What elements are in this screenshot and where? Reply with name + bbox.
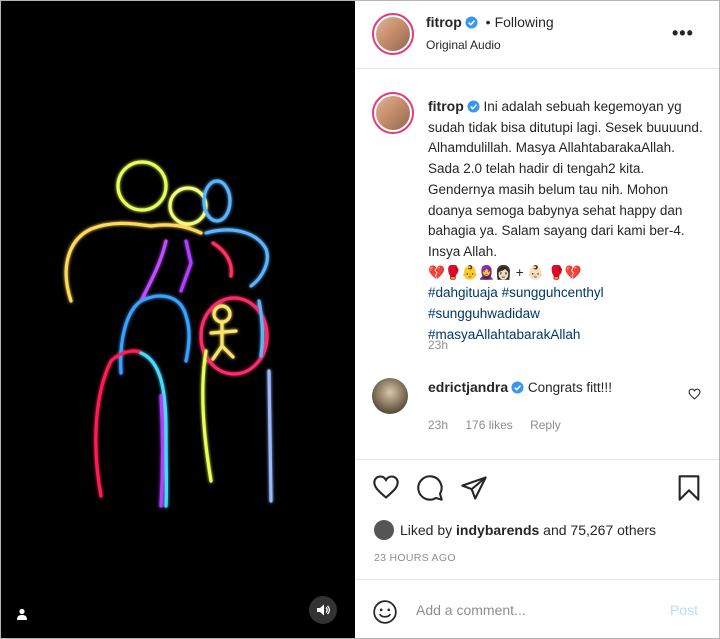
following-button[interactable]: Following (495, 14, 554, 30)
caption: fitrop Ini adalah sebuah kegemoyan yg su… (428, 96, 706, 345)
original-audio-link[interactable]: Original Audio (426, 38, 501, 52)
comment-bubble-icon[interactable] (416, 474, 444, 502)
author-avatar[interactable] (372, 13, 414, 55)
liked-by-prefix: Liked by (400, 522, 457, 538)
caption-time: 23h (428, 338, 449, 352)
comment-meta: 23h 176 likes Reply (428, 418, 575, 432)
hashtag-line[interactable]: #dahgituaja #sungguhcenthyl (428, 283, 706, 304)
caption-author-avatar[interactable] (372, 92, 414, 134)
comment-input[interactable]: Add a comment... (416, 602, 526, 618)
post-video[interactable] (1, 1, 355, 638)
audio-toggle-button[interactable] (309, 596, 337, 624)
save-bookmark-icon[interactable] (677, 474, 701, 502)
more-options-icon[interactable]: ••• (672, 23, 694, 44)
liked-by-suffix[interactable]: and 75,267 others (539, 522, 656, 538)
post-header: fitrop • Following Original Audio ••• (356, 1, 719, 69)
post-details-panel: fitrop • Following Original Audio ••• fit… (356, 1, 719, 638)
like-heart-icon[interactable] (372, 474, 400, 500)
neon-family-drawing (64, 160, 273, 508)
comment: edrictjandra Congrats fitt!!! (428, 379, 612, 395)
liker-username[interactable]: indybarends (456, 522, 539, 538)
caption-text: Ini adalah sebuah kegemoyan yg sudah tid… (428, 99, 703, 259)
post-comment-button[interactable]: Post (670, 602, 698, 618)
separator-dot: • (485, 14, 491, 30)
reply-button[interactable]: Reply (530, 418, 561, 432)
comment-time: 23h (428, 418, 449, 432)
comments-section: fitrop Ini adalah sebuah kegemoyan yg su… (356, 70, 719, 459)
hashtag-line[interactable]: #sungguhwadidaw (428, 304, 706, 325)
speaker-icon (317, 604, 330, 616)
caption-emojis: 💔🥊👶🧕👩🏻 + 👶🏻 🥊💔 (428, 264, 582, 280)
liker-avatar[interactable] (374, 520, 394, 540)
verified-badge-icon (511, 381, 524, 394)
header-user-line: fitrop • Following (426, 14, 554, 30)
emoji-smile-icon[interactable] (372, 599, 398, 625)
comment-like-heart-icon[interactable] (688, 388, 701, 400)
verified-badge-icon (465, 16, 478, 29)
hashtag-line[interactable]: #masyaAllahtabarakAllah (428, 325, 706, 346)
comment-text: Congrats fitt!!! (527, 380, 612, 395)
author-username[interactable]: fitrop (426, 14, 462, 30)
likes-summary: Liked by indybarends and 75,267 others (374, 520, 656, 540)
post-actions: Liked by indybarends and 75,267 others 2… (356, 459, 719, 579)
caption-username[interactable]: fitrop (428, 98, 464, 114)
tagged-user-button[interactable] (11, 603, 33, 625)
verified-badge-icon (467, 100, 480, 113)
share-send-icon[interactable] (460, 474, 488, 502)
post-timestamp: 23 HOURS AGO (374, 552, 456, 564)
commenter-username[interactable]: edrictjandra (428, 379, 508, 395)
add-comment-bar: Add a comment... Post (356, 579, 719, 638)
user-icon (17, 608, 27, 620)
comment-likes[interactable]: 176 likes (465, 418, 512, 432)
commenter-avatar[interactable] (372, 378, 408, 414)
